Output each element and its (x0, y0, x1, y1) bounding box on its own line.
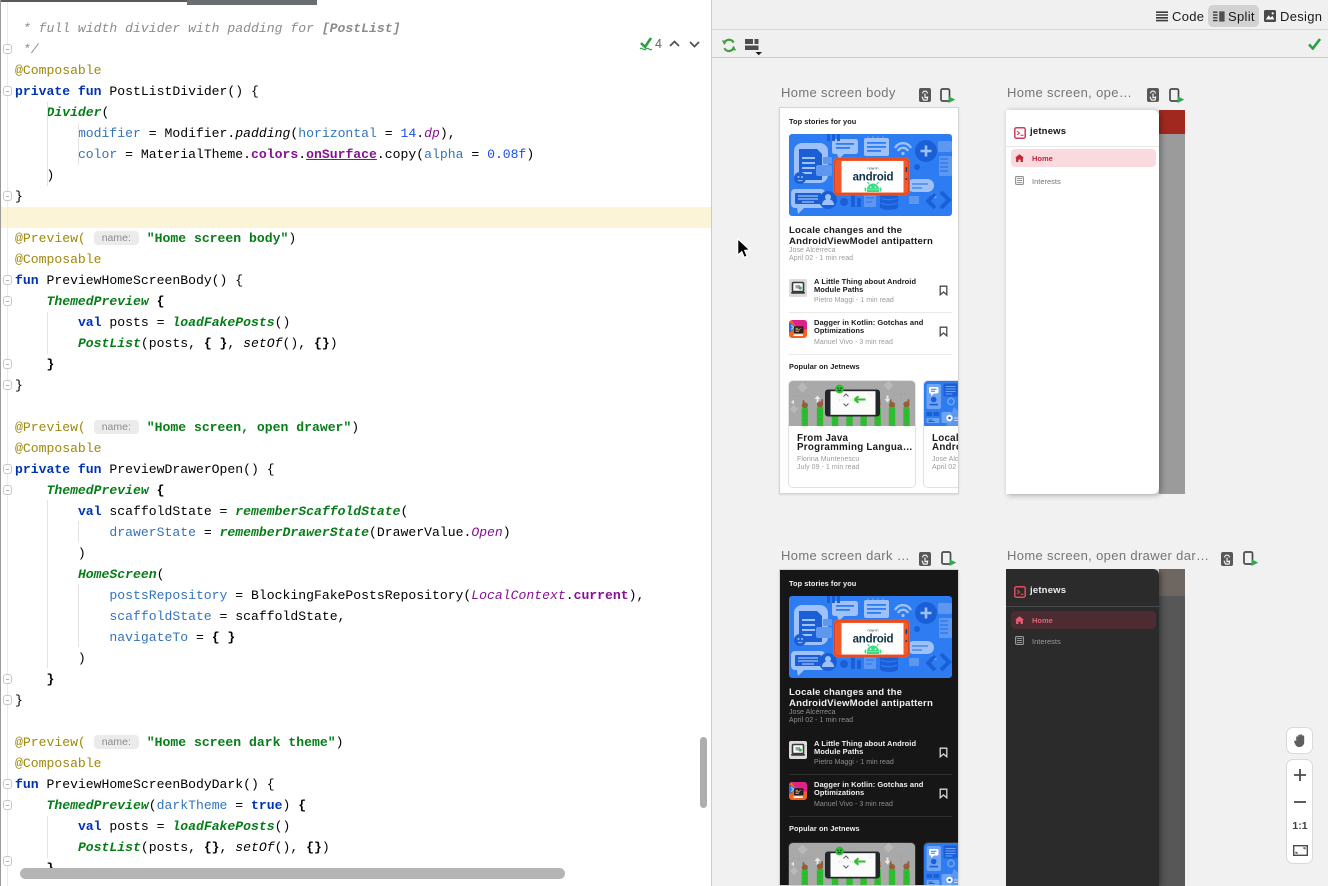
svg-text:4: 4 (655, 37, 662, 51)
